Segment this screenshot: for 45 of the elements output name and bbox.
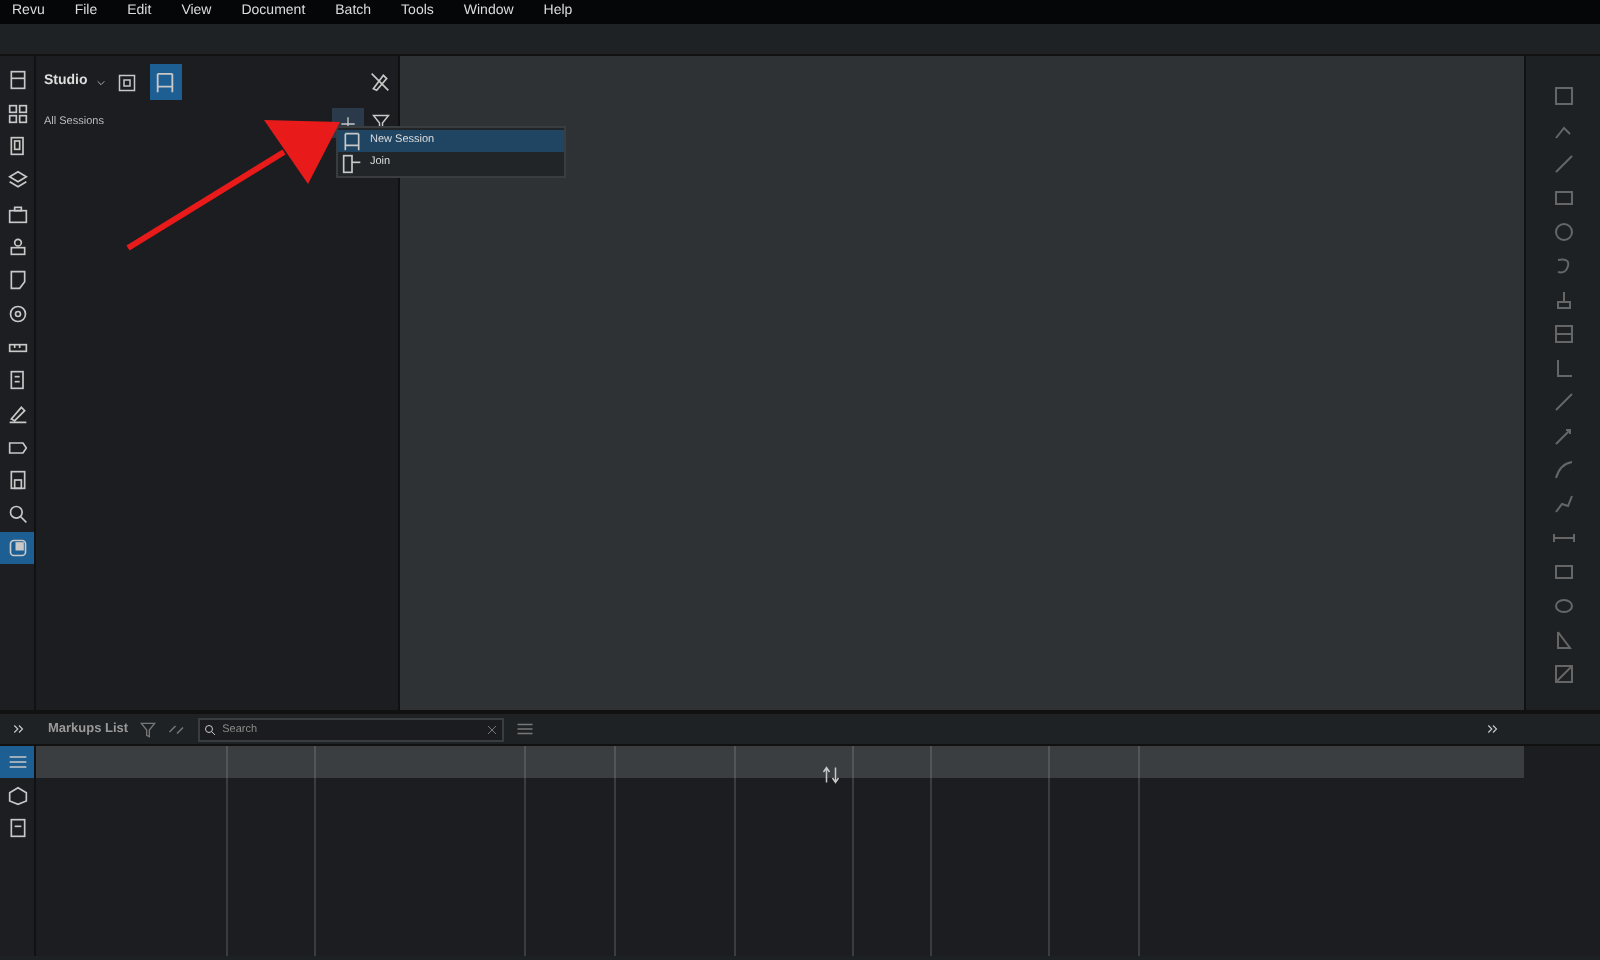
- line-icon[interactable]: [1551, 389, 1575, 414]
- toolbox-icon: [7, 203, 27, 224]
- chevron-down-icon: [95, 77, 106, 87]
- rectangle-icon[interactable]: [1551, 559, 1575, 584]
- tag-icon: [7, 437, 27, 458]
- list-icon: [7, 752, 27, 772]
- circle-icon[interactable]: [1551, 219, 1575, 244]
- grid-icon: [7, 103, 27, 124]
- table-icon[interactable]: [1551, 321, 1575, 346]
- studio-icon: [7, 537, 27, 558]
- search-icon: [204, 723, 217, 735]
- arc-icon[interactable]: [1551, 457, 1575, 482]
- document-icon: [7, 70, 27, 90]
- session-icon: [342, 131, 362, 151]
- page-fold-icon: [7, 270, 27, 291]
- area-icon[interactable]: [1551, 661, 1575, 686]
- stamp-icon[interactable]: [1551, 287, 1575, 312]
- form-icon: [7, 370, 27, 391]
- signature-icon: [7, 403, 27, 424]
- cube-icon: [7, 785, 27, 806]
- corner-icon[interactable]: [1551, 355, 1575, 380]
- stamp-icon: [7, 236, 27, 257]
- save-icon: [7, 470, 27, 491]
- session-icon: [154, 71, 177, 93]
- frame-icon[interactable]: [1551, 83, 1575, 108]
- view-mode-button[interactable]: [149, 64, 182, 100]
- window-icon: [118, 73, 137, 91]
- close-icon[interactable]: [486, 723, 499, 735]
- document-icon: [7, 818, 27, 839]
- list-icon[interactable]: [516, 720, 535, 738]
- tool-button[interactable]: [0, 531, 34, 564]
- arrow-icon[interactable]: [1551, 423, 1575, 448]
- plus-icon: [340, 115, 356, 131]
- expand-icon[interactable]: [1486, 722, 1500, 736]
- pen-slash-icon[interactable]: [370, 72, 390, 92]
- gear-icon: [7, 303, 27, 324]
- layers-icon: [7, 170, 27, 191]
- join-icon: [342, 153, 362, 173]
- collapse-icon[interactable]: [11, 722, 25, 736]
- sort-icon[interactable]: [822, 766, 840, 785]
- page-icon: [7, 136, 27, 157]
- polygon-icon[interactable]: [1551, 627, 1575, 652]
- polyline-icon[interactable]: [1551, 491, 1575, 516]
- search-icon: [7, 503, 27, 524]
- ellipse-icon[interactable]: [1551, 593, 1575, 618]
